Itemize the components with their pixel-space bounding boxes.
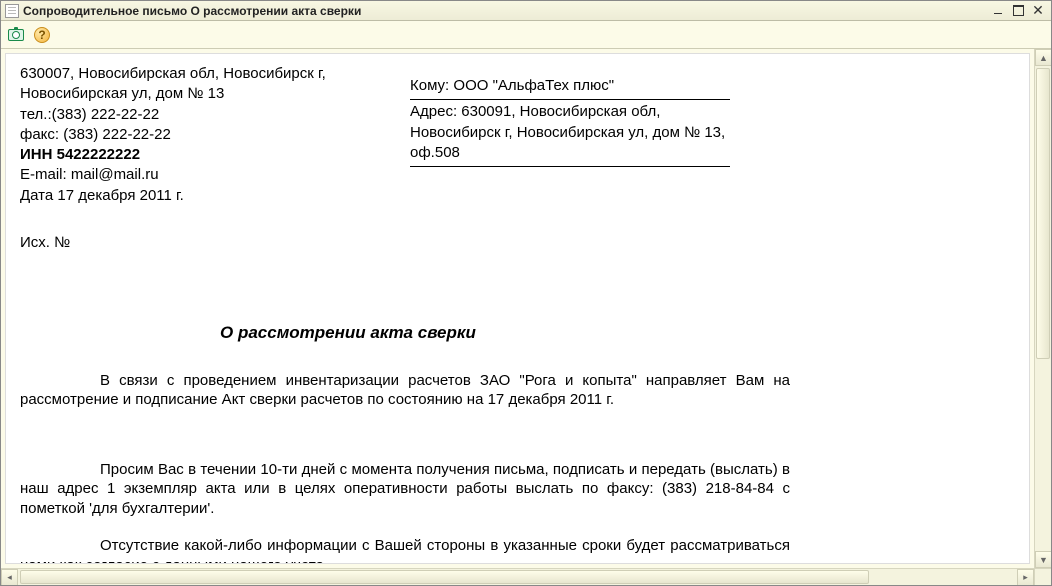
sender-date: Дата 17 декабря 2011 г. <box>20 186 370 206</box>
close-button[interactable]: ✕ <box>1029 4 1047 18</box>
sender-email: E-mail: mail@mail.ru <box>20 165 370 185</box>
vertical-scroll-thumb[interactable] <box>1036 68 1050 359</box>
titlebar[interactable]: Сопроводительное письмо О рассмотрении а… <box>1 1 1051 21</box>
horizontal-scroll-thumb[interactable] <box>20 570 869 584</box>
scrollbar-corner <box>1034 568 1051 585</box>
window-title: Сопроводительное письмо О рассмотрении а… <box>23 4 361 18</box>
vertical-scrollbar[interactable]: ▲ ▼ <box>1034 49 1051 568</box>
recipient-to: Кому: ООО "АльфаТех плюс" <box>410 74 730 100</box>
sender-block: 630007, Новосибирская обл, Новосибирск г… <box>20 64 370 206</box>
vertical-scroll-track[interactable] <box>1035 66 1051 551</box>
toolbar: ? <box>1 21 1051 49</box>
document-title: О рассмотрении акта сверки <box>20 323 1009 343</box>
app-window: Сопроводительное письмо О рассмотрении а… <box>0 0 1052 586</box>
body-paragraph-3: Отсутствие какой-либо информации с Вашей… <box>20 536 790 564</box>
maximize-button[interactable] <box>1009 4 1027 18</box>
outgoing-number: Исх. № <box>20 234 1009 251</box>
document-icon <box>5 4 19 18</box>
document: 630007, Новосибирская обл, Новосибирск г… <box>5 53 1030 564</box>
content-area: 630007, Новосибирская обл, Новосибирск г… <box>1 49 1051 585</box>
sender-inn: ИНН 5422222222 <box>20 145 370 165</box>
body-paragraph-2: Просим Вас в течении 10-ти дней с момент… <box>20 460 790 519</box>
body-paragraph-1: В связи с проведением инвентаризации рас… <box>20 371 790 410</box>
recipient-address: Адрес: 630091, Новосибирская обл, Новоси… <box>410 100 730 167</box>
sender-address: 630007, Новосибирская обл, Новосибирск г… <box>20 64 370 105</box>
sender-tel: тел.:(383) 222-22-22 <box>20 105 370 125</box>
sender-fax: факс: (383) 222-22-22 <box>20 125 370 145</box>
help-button[interactable]: ? <box>31 24 53 46</box>
letter-header: 630007, Новосибирская обл, Новосибирск г… <box>20 64 1009 206</box>
scroll-right-button[interactable]: ▸ <box>1017 569 1034 585</box>
horizontal-scroll-track[interactable] <box>18 569 1017 585</box>
camera-icon <box>8 29 24 41</box>
horizontal-scrollbar[interactable]: ◂ ▸ <box>1 568 1034 585</box>
minimize-button[interactable] <box>989 4 1007 18</box>
help-icon: ? <box>34 27 50 43</box>
letter-body: В связи с проведением инвентаризации рас… <box>20 371 790 564</box>
scroll-down-button[interactable]: ▼ <box>1035 551 1051 568</box>
scroll-left-button[interactable]: ◂ <box>1 569 18 585</box>
recipient-block: Кому: ООО "АльфаТех плюс" Адрес: 630091,… <box>410 74 730 167</box>
document-viewport: 630007, Новосибирская обл, Новосибирск г… <box>1 49 1034 568</box>
scroll-up-button[interactable]: ▲ <box>1035 49 1051 66</box>
screenshot-button[interactable] <box>5 24 27 46</box>
